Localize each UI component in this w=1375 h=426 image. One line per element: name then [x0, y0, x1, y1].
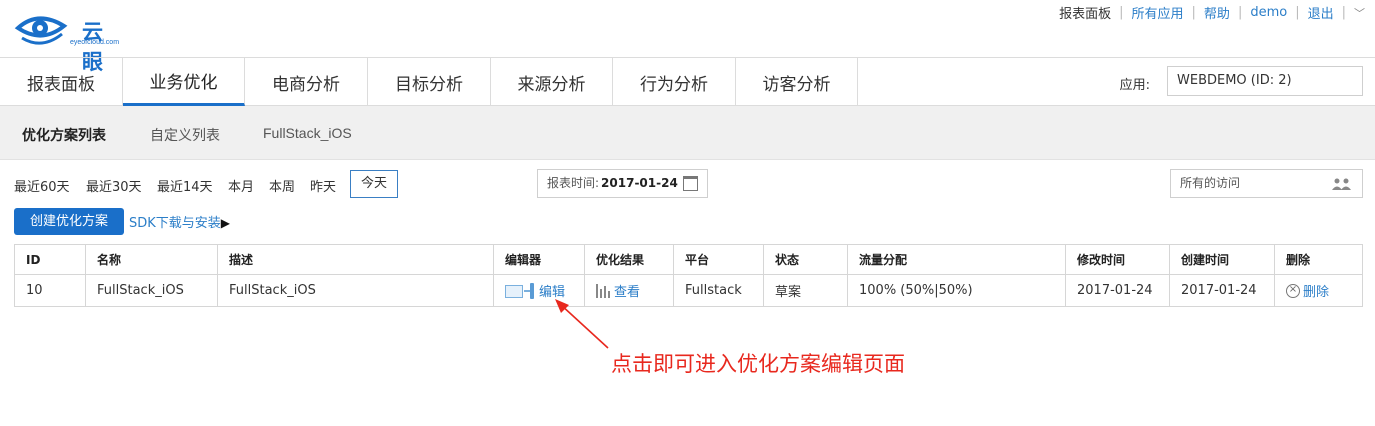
plans-table: ID 名称 描述 编辑器 优化结果 平台 状态 流量分配 修改时间 创建时间 删… — [14, 244, 1363, 307]
delete-icon[interactable]: × — [1286, 283, 1300, 298]
header-modified: 修改时间 — [1066, 245, 1170, 274]
eye-logo-icon — [14, 16, 68, 45]
sdk-download-label: SDK下载与安装 — [129, 216, 221, 231]
report-time-label: 报表时间: — [547, 176, 600, 190]
header-result: 优化结果 — [585, 245, 674, 274]
range-today[interactable]: 今天 — [350, 170, 398, 198]
editor-icon[interactable] — [505, 282, 535, 299]
separator: | — [1295, 5, 1300, 20]
brand-sub: eyeofcloud.com — [70, 39, 120, 46]
header-description: 描述 — [218, 245, 494, 274]
separator: | — [1341, 5, 1346, 20]
range-60-days[interactable]: 最近60天 — [14, 176, 70, 195]
separator: | — [1237, 5, 1243, 20]
top-link-logout[interactable]: 退出 — [1308, 3, 1334, 22]
nav-tab-ecommerce[interactable]: 电商分析 — [245, 58, 368, 106]
header: 云眼 eyeofcloud.com 报表面板 | 所有应用 | 帮助 | dem… — [0, 0, 1375, 74]
report-date-picker[interactable]: 报表时间: 2017-01-24 — [537, 169, 708, 198]
cell-id: 10 — [15, 275, 86, 306]
separator: | — [1119, 5, 1124, 20]
range-30-days[interactable]: 最近30天 — [86, 176, 142, 195]
cell-platform: Fullstack — [674, 275, 764, 306]
range-yesterday[interactable]: 昨天 — [310, 176, 336, 195]
range-this-month[interactable]: 本月 — [228, 176, 254, 195]
separator: | — [1191, 5, 1196, 20]
nav-tab-goals[interactable]: 目标分析 — [368, 58, 491, 106]
table-row: 10 FullStack_iOS FullStack_iOS 编辑 查看 Ful… — [15, 275, 1362, 306]
calendar-icon[interactable] — [683, 176, 698, 191]
app-label: 应用: — [1119, 78, 1150, 93]
subnav-plan-list[interactable]: 优化方案列表 — [22, 125, 106, 145]
create-plan-button[interactable]: 创建优化方案 — [14, 208, 124, 235]
table-header: ID 名称 描述 编辑器 优化结果 平台 状态 流量分配 修改时间 创建时间 删… — [15, 245, 1362, 275]
nav-tab-optimization[interactable]: 业务优化 — [123, 58, 245, 106]
header-traffic: 流量分配 — [848, 245, 1066, 274]
cell-name: FullStack_iOS — [86, 275, 218, 306]
annotation-text: 点击即可进入优化方案编辑页面 — [611, 352, 905, 376]
top-links: 报表面板 | 所有应用 | 帮助 | demo | 退出 | ﹀ — [1059, 3, 1365, 22]
top-link-help[interactable]: 帮助 — [1204, 3, 1230, 22]
users-icon — [1332, 178, 1351, 190]
subnav-fullstack-ios[interactable]: FullStack_iOS — [263, 125, 352, 141]
sdk-download-link[interactable]: SDK下载与安装▶ — [129, 212, 230, 231]
delete-link[interactable]: 删除 — [1303, 281, 1329, 300]
cell-created: 2017-01-24 — [1170, 275, 1275, 306]
nav-tab-dashboard[interactable]: 报表面板 — [0, 58, 123, 106]
app-select[interactable]: WEBDEMO (ID: 2) — [1167, 66, 1363, 96]
nav-tab-visitors[interactable]: 访客分析 — [736, 58, 858, 106]
header-created: 创建时间 — [1170, 245, 1275, 274]
nav-tab-sources[interactable]: 来源分析 — [491, 58, 613, 106]
top-link-all-apps[interactable]: 所有应用 — [1132, 3, 1184, 22]
range-14-days[interactable]: 最近14天 — [157, 176, 213, 195]
range-this-week[interactable]: 本周 — [269, 176, 295, 195]
chevron-down-icon[interactable]: ﹀ — [1354, 5, 1365, 21]
logo[interactable]: 云眼 eyeofcloud.com — [14, 8, 124, 74]
nav-tab-behavior[interactable]: 行为分析 — [613, 58, 736, 106]
cell-traffic: 100% (50%|50%) — [848, 275, 1066, 306]
cell-delete: × 删除 — [1275, 275, 1362, 306]
header-platform: 平台 — [674, 245, 764, 274]
annotation-arrow-icon — [555, 299, 609, 349]
sub-nav: 优化方案列表 自定义列表 FullStack_iOS — [0, 106, 1375, 160]
cell-description: FullStack_iOS — [218, 275, 494, 306]
subnav-custom-list[interactable]: 自定义列表 — [150, 125, 220, 145]
visits-segment-select[interactable]: 所有的访问 — [1170, 169, 1363, 198]
report-time-value: 2017-01-24 — [601, 176, 678, 190]
top-link-dashboard[interactable]: 报表面板 — [1059, 3, 1111, 22]
header-status: 状态 — [764, 245, 848, 274]
cell-modified: 2017-01-24 — [1066, 275, 1170, 306]
header-editor: 编辑器 — [494, 245, 585, 274]
visits-segment-value: 所有的访问 — [1180, 176, 1241, 190]
header-delete: 删除 — [1286, 253, 1311, 267]
cell-status: 草案 — [764, 275, 848, 306]
play-icon: ▶ — [220, 216, 231, 230]
header-id: ID — [15, 245, 86, 274]
top-link-user[interactable]: demo — [1250, 5, 1287, 20]
main-nav: 报表面板 业务优化 电商分析 目标分析 来源分析 行为分析 访客分析 应用: W… — [0, 57, 1375, 106]
header-name: 名称 — [86, 245, 218, 274]
